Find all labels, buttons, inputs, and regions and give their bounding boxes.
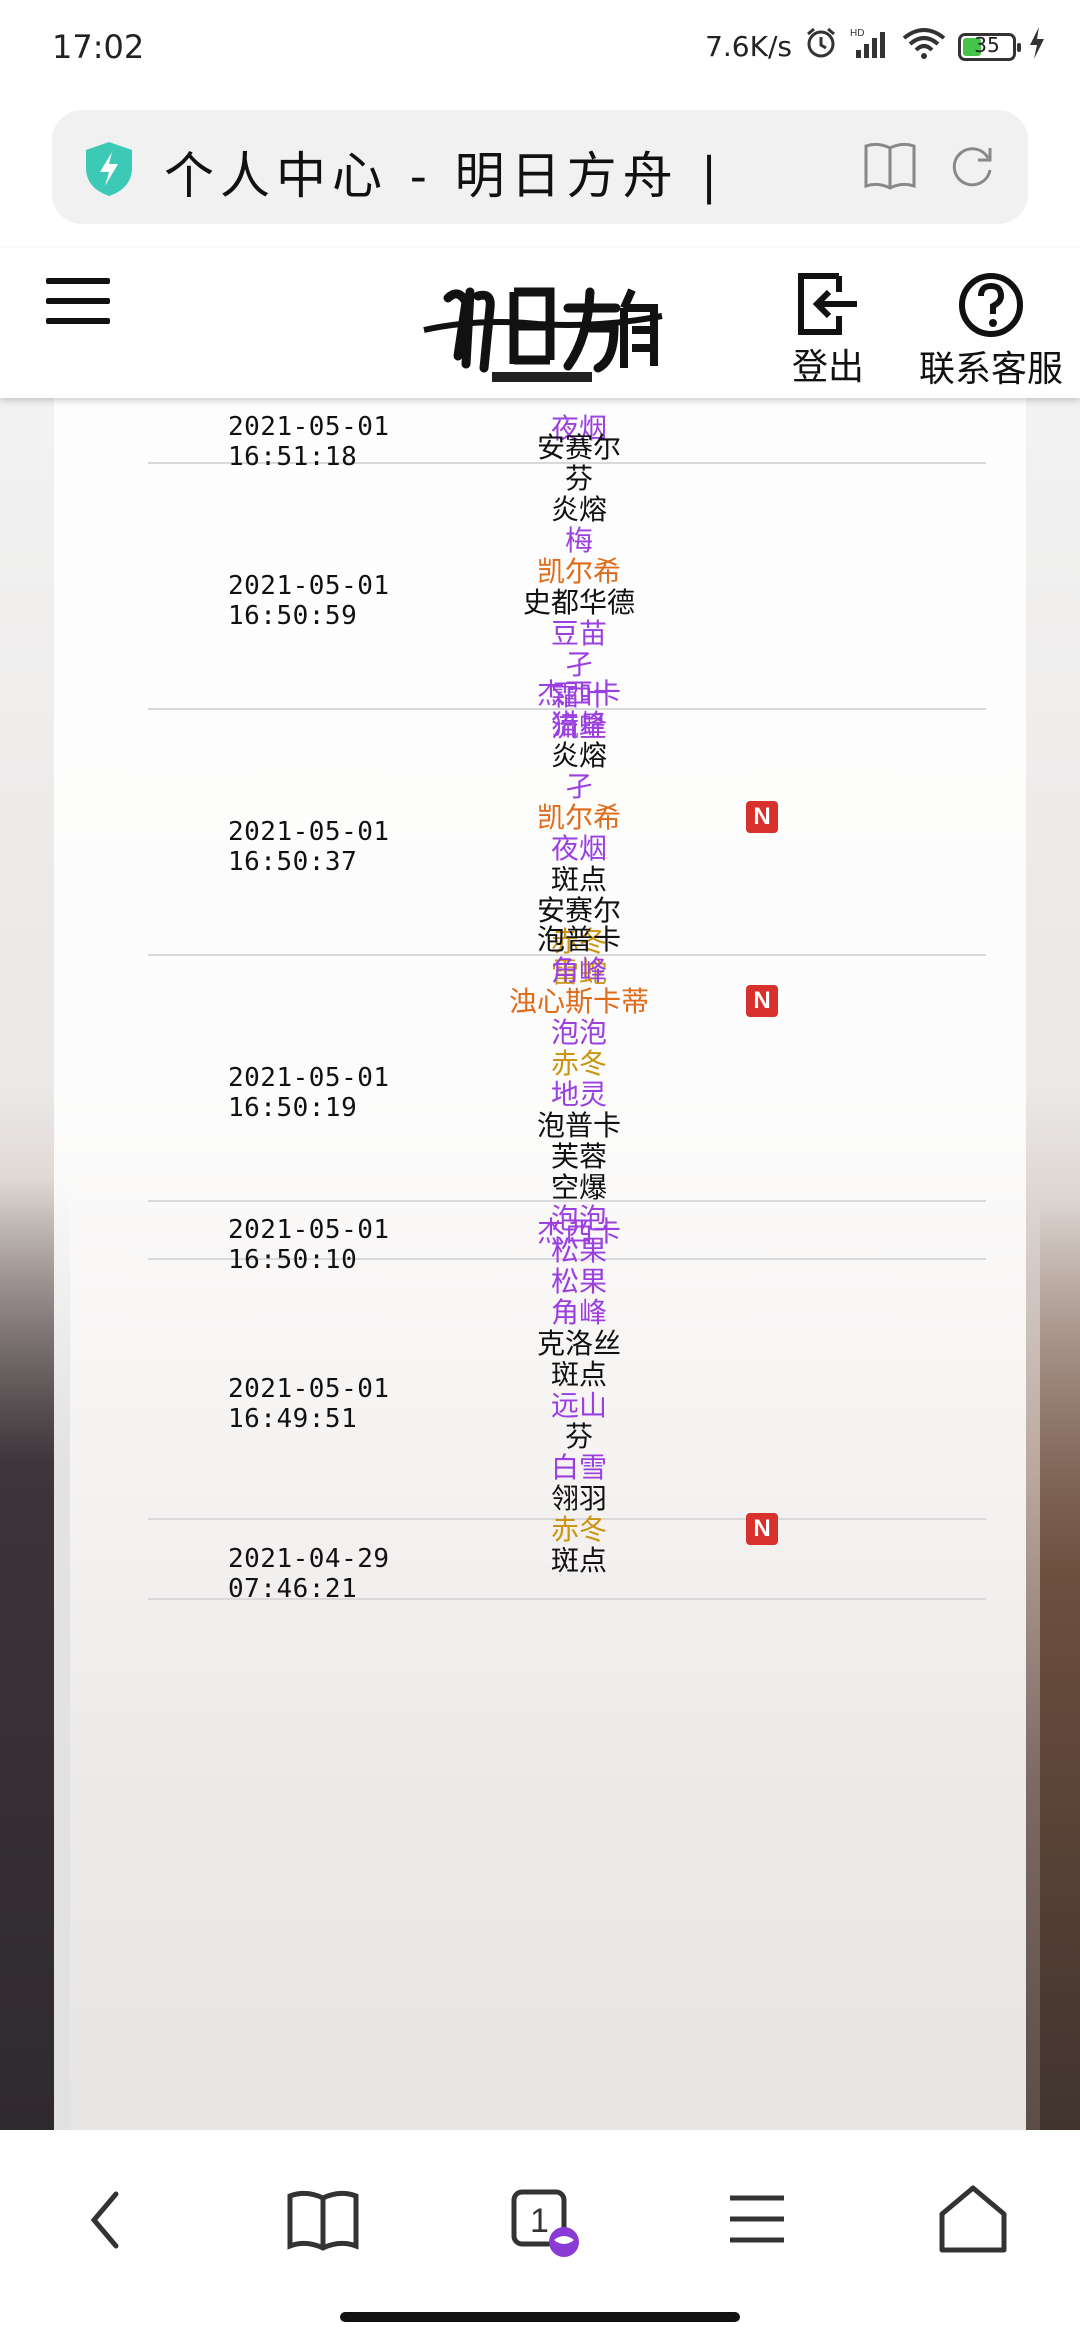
operator-list: 松果 松果 角峰 克洛丝 斑点 远山芬白雪 翎羽 赤冬	[454, 1235, 704, 1545]
page-title[interactable]: 个人中心 - 明日方舟 |	[164, 136, 844, 208]
svg-text:HD: HD	[850, 28, 864, 39]
operator-name: 斑点	[550, 1543, 607, 1577]
operator-name: 泡泡	[550, 1016, 607, 1049]
operator-name: 猎蜂	[550, 708, 607, 741]
operator-name: 空爆	[550, 1171, 607, 1204]
gacha-history: 2021-05-01 16:51:18 夜烟 2021-05-01 16:50:59…	[0, 398, 1080, 2130]
address-bar[interactable]: 个人中心 - 明日方舟 |	[52, 110, 1028, 224]
net-speed: 7.6K/s	[705, 30, 792, 63]
logo[interactable]	[418, 268, 666, 386]
operator-name: 浊心斯卡蒂	[508, 985, 649, 1018]
operator-name: 角峰	[550, 954, 607, 987]
charging-icon	[1028, 27, 1046, 66]
help-label: 联系客服	[918, 349, 1063, 390]
reload-icon[interactable]	[946, 140, 998, 192]
gesture-bar	[340, 2312, 740, 2322]
operator-name: 远山	[550, 1389, 607, 1422]
operator-name: 孑	[564, 648, 593, 681]
operator-name: 松果	[550, 1234, 607, 1267]
operator-name: 芙蓉	[550, 1140, 607, 1173]
wifi-icon	[902, 26, 946, 67]
operator-name: 赤冬	[550, 1047, 607, 1080]
menu-icon[interactable]	[46, 278, 110, 324]
help-button[interactable]: 联系客服	[906, 272, 1076, 392]
battery-level: 35	[974, 32, 1000, 57]
signal-icon: HD	[850, 26, 890, 67]
operator-name: 泡普卡	[536, 923, 621, 956]
new-badge: N	[746, 985, 778, 1017]
operator-name: 斑点	[550, 1358, 607, 1391]
operator-name: 安赛尔	[536, 431, 621, 464]
operator-list: 泡普卡 角峰 浊心斯卡蒂 泡泡 赤冬 地灵 泡普卡 芙蓉 空爆 泡泡	[454, 924, 704, 1234]
operator-name: 孑	[564, 770, 593, 803]
history-row: 2021-05-01 16:50:37 N 杰西卡 猎蜂 炎熔孑凯尔希 夜烟 斑点 安赛尔 赤冬…	[148, 678, 986, 988]
operator-name: 安赛尔	[536, 894, 621, 927]
operator-name: 克洛丝	[536, 1327, 621, 1360]
operator-name: 史都华德	[522, 586, 635, 619]
operator-name: 松果	[550, 1265, 607, 1298]
home-icon[interactable]	[928, 2174, 1018, 2264]
operator-name: 芬	[564, 462, 593, 495]
operator-name: 梅	[564, 524, 593, 557]
tabs-icon: 1	[511, 2189, 579, 2257]
reader-icon[interactable]	[862, 140, 918, 192]
browser-toolbar: 个人中心 - 明日方舟 |	[0, 100, 1080, 248]
status-time: 17:02	[52, 28, 145, 66]
operator-name: 泡普卡	[536, 1109, 621, 1142]
logout-icon	[798, 273, 857, 335]
shield-icon[interactable]	[82, 140, 136, 198]
operator-name: 炎熔	[550, 493, 607, 526]
site-header: 登出 联系客服	[0, 248, 1080, 398]
operator-name: 芬	[564, 1420, 593, 1453]
history-panel: 2021-05-01 16:51:18 夜烟 2021-05-01 16:50:59…	[54, 398, 1026, 2130]
bookmarks-icon[interactable]	[278, 2174, 368, 2264]
operator-name: 白雪	[550, 1451, 607, 1484]
tabs-button[interactable]: 1	[496, 2174, 586, 2264]
logout-button[interactable]: 登出	[788, 272, 868, 390]
operator-name: 凯尔希	[536, 801, 621, 834]
help-icon	[959, 273, 1023, 337]
operator-name: 凯尔希	[536, 555, 621, 588]
back-icon[interactable]	[62, 2174, 152, 2264]
tab-count-glyph: 1	[530, 2202, 549, 2240]
logout-label: 登出	[791, 347, 864, 388]
operator-list: 斑点	[454, 1545, 704, 1576]
history-row: 2021-05-01 16:50:19 N 泡普卡 角峰 浊心斯卡蒂 泡泡 赤冬 地灵 泡普卡芙…	[148, 924, 986, 1234]
status-bar: 17:02 7.6K/s HD 35	[0, 0, 1080, 100]
operator-name: 炎熔	[550, 739, 607, 772]
operator-name: 杰西卡	[536, 677, 621, 710]
browser-bottom-nav: 1	[0, 2130, 1080, 2340]
menu-icon[interactable]	[712, 2174, 802, 2264]
operator-name: 夜烟	[550, 832, 607, 865]
new-badge: N	[746, 801, 778, 833]
history-row: 2021-05-01 16:50:59 安赛尔芬炎熔梅凯尔希 史都华德 豆苗孑霜叶 流星	[148, 432, 986, 742]
alarm-icon	[804, 26, 838, 67]
history-row: 2021-05-01 16:49:51 N 松果 松果 角峰 克洛丝 斑点 远山芬白雪 翎羽 赤冬	[148, 1235, 986, 1545]
operator-name: 斑点	[550, 863, 607, 896]
operator-name: 豆苗	[550, 617, 607, 650]
operator-name: 角峰	[550, 1296, 607, 1329]
operator-name: 地灵	[550, 1078, 607, 1111]
status-icons: 7.6K/s HD 35	[705, 26, 1046, 67]
battery-icon: 35	[958, 32, 1021, 61]
operator-name: 翎羽	[550, 1482, 607, 1515]
history-row: 2021-04-29 07:46:21 斑点	[148, 1520, 986, 1604]
